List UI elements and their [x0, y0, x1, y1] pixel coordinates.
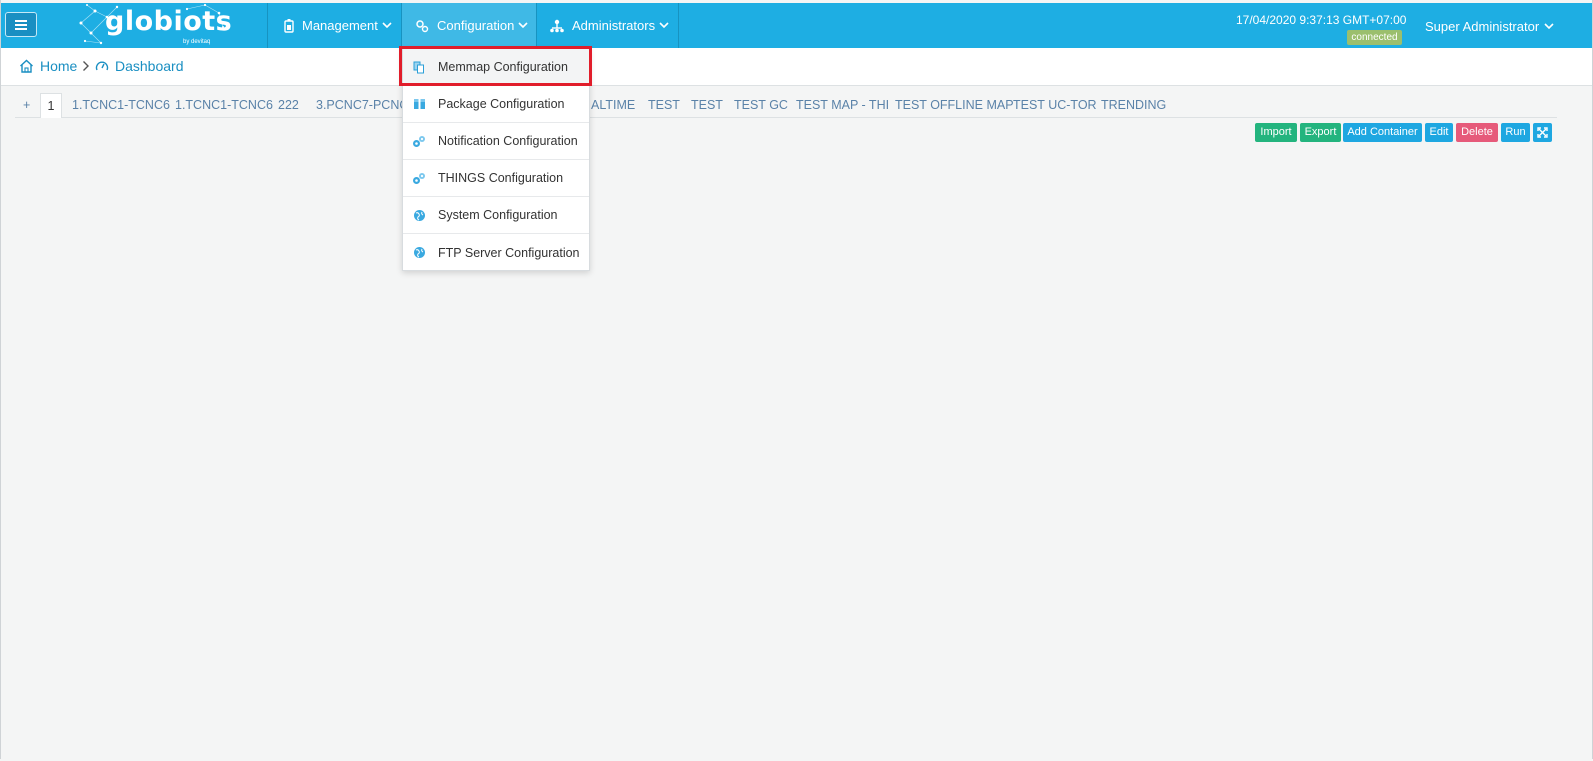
- chevron-right-icon: [82, 60, 90, 72]
- add-container-button[interactable]: Add Container: [1343, 123, 1422, 142]
- tab-test-map-thi[interactable]: TEST MAP - THI: [796, 93, 889, 117]
- menu-item-label: Memmap Configuration: [438, 60, 568, 74]
- top-navbar: globiots by devitaq Management Configura…: [0, 3, 1593, 48]
- nav-configuration[interactable]: Configuration: [402, 3, 536, 48]
- breadcrumb-dashboard-label: Dashboard: [115, 58, 184, 74]
- menu-item-label: Notification Configuration: [438, 134, 578, 148]
- delete-button[interactable]: Delete: [1456, 123, 1498, 142]
- tab-pcnc7-pcnc1[interactable]: 3.PCNC7-PCNC1: [316, 93, 415, 117]
- menu-item-ftp-server-configuration[interactable]: FTP Server Configuration: [403, 234, 589, 271]
- tab-1[interactable]: 1: [40, 93, 62, 118]
- sitemap-icon: [550, 19, 564, 33]
- globiots-logo[interactable]: globiots by devitaq: [77, 3, 232, 48]
- export-button[interactable]: Export: [1300, 123, 1341, 142]
- tab-test-uc-tor[interactable]: TEST UC-TOR: [1013, 93, 1097, 117]
- user-menu[interactable]: Super Administrator: [1425, 19, 1554, 34]
- package-icon: [412, 98, 426, 110]
- cogs-icon: [412, 135, 426, 148]
- chevron-down-icon: [518, 22, 528, 29]
- tab-tcnc1-tcnc6-b[interactable]: 1.TCNC1-TCNC6: [175, 93, 273, 117]
- menu-item-label: FTP Server Configuration: [438, 245, 580, 260]
- breadcrumb-home-label: Home: [40, 58, 78, 74]
- globe-icon: [412, 209, 426, 222]
- chevron-down-icon: [1544, 23, 1554, 30]
- menu-item-things-configuration[interactable]: THINGS Configuration: [403, 160, 589, 197]
- chevron-down-icon: [659, 22, 669, 29]
- menu-item-package-configuration[interactable]: Package Configuration: [403, 86, 589, 123]
- menu-item-label: Package Configuration: [438, 97, 565, 111]
- edit-button[interactable]: Edit: [1425, 123, 1453, 142]
- chevron-down-icon: [382, 22, 392, 29]
- breadcrumb-dashboard[interactable]: Dashboard: [95, 58, 184, 74]
- user-name: Super Administrator: [1425, 19, 1540, 34]
- copy-icon: [412, 61, 426, 74]
- tab-test-gc[interactable]: TEST GC: [734, 93, 788, 117]
- import-button[interactable]: Import: [1255, 123, 1297, 142]
- nav-management[interactable]: Management: [268, 3, 401, 48]
- menu-item-label: THINGS Configuration: [438, 171, 564, 185]
- tab-222[interactable]: 222: [278, 93, 299, 117]
- tab-altime[interactable]: ALTIME: [591, 93, 635, 117]
- battery-icon: [284, 18, 294, 33]
- server-datetime: 17/04/2020 9:37:13 GMT+07:00: [1236, 13, 1407, 27]
- menu-item-label: System Configuration: [438, 208, 558, 222]
- menu-item-memmap-configuration[interactable]: Memmap Configuration: [403, 49, 589, 86]
- logo-byline: by devitaq: [183, 39, 211, 45]
- menu-item-system-configuration[interactable]: System Configuration: [403, 197, 589, 234]
- hamburger-menu-button[interactable]: [5, 12, 37, 37]
- logo-wordmark: globiots: [105, 6, 233, 37]
- tab-tcnc1-tcnc6-a[interactable]: 1.TCNC1-TCNC6: [72, 93, 170, 117]
- breadcrumb-home[interactable]: Home: [19, 58, 77, 74]
- home-icon: [19, 59, 34, 73]
- dashboard-gauge-icon: [95, 59, 109, 73]
- configuration-dropdown-menu: Memmap Configuration Package Configurati…: [402, 48, 590, 271]
- nav-administrators[interactable]: Administrators: [537, 3, 678, 48]
- nav-administrators-label: Administrators: [572, 18, 656, 33]
- menu-item-notification-configuration[interactable]: Notification Configuration: [403, 123, 589, 160]
- tab-test-b[interactable]: TEST: [691, 93, 723, 117]
- expand-icon: [1537, 127, 1548, 138]
- run-button[interactable]: Run: [1501, 123, 1530, 142]
- dashboard-tabbar: + 1 1.TCNC1-TCNC6 1.TCNC1-TCNC6 222 3.PC…: [15, 93, 1557, 118]
- globe-icon: [412, 246, 426, 259]
- breadcrumb: Home Dashboard: [0, 48, 1593, 86]
- tab-test-offline-map[interactable]: TEST OFFLINE MAP: [895, 93, 1014, 117]
- nav-management-label: Management: [302, 18, 378, 33]
- connection-status-badge: connected: [1347, 30, 1402, 45]
- gears-icon: [415, 19, 429, 33]
- fullscreen-button[interactable]: [1533, 123, 1552, 142]
- tab-test-a[interactable]: TEST: [648, 93, 680, 117]
- add-tab-button[interactable]: +: [23, 93, 30, 117]
- nav-configuration-label: Configuration: [437, 18, 515, 33]
- cogs-icon: [412, 172, 426, 185]
- tab-trending[interactable]: TRENDING: [1101, 93, 1166, 117]
